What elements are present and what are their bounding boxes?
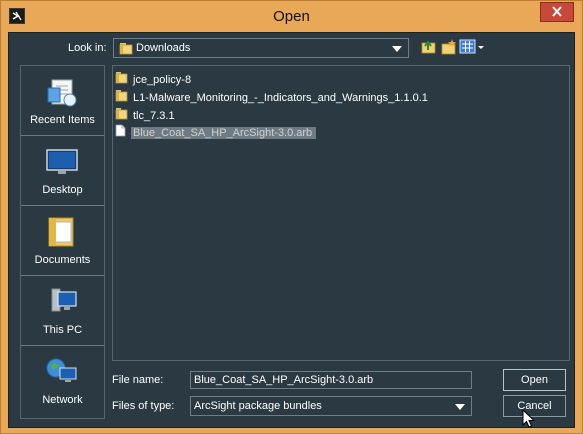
open-dialog: Open Look in: Downloads Recent Items Des… [0,0,583,434]
place-label: Documents [34,254,91,266]
place-network[interactable]: Network [21,346,104,416]
close-button[interactable] [540,2,574,22]
new-folder-button[interactable] [440,38,458,56]
look-in-dropdown[interactable]: Downloads [113,38,409,58]
look-in-label: Look in: [68,42,107,54]
up-folder-icon [421,40,436,54]
this-pc-icon [46,286,78,318]
place-label: This PC [42,324,83,336]
list-item[interactable]: jce_policy-8 [115,71,191,88]
file-name-input[interactable]: Blue_Coat_SA_HP_ArcSight-3.0.arb [190,371,472,389]
network-icon [46,356,78,388]
file-name: L1-Malware_Monitoring_-_Indicators_and_W… [133,92,428,104]
files-of-type-value: ArcSight package bundles [194,400,322,412]
open-button[interactable]: Open [503,369,566,391]
mouse-cursor-icon [522,408,536,432]
documents-icon [46,216,78,248]
files-of-type-label: Files of type: [112,400,175,412]
place-this-pc[interactable]: This PC [21,276,104,346]
place-desktop[interactable]: Desktop [21,136,104,206]
list-item[interactable]: tlc_7.3.1 [115,107,175,124]
file-name: tlc_7.3.1 [133,110,175,122]
place-label: Recent Items [30,114,95,126]
recent-items-icon [46,76,78,108]
folder-icon [115,89,128,108]
place-recent-items[interactable]: Recent Items [21,66,104,136]
files-of-type-dropdown[interactable]: ArcSight package bundles [190,396,472,416]
places-bar: Recent Items Desktop Documents This PC N… [20,65,105,419]
grid-view-icon [459,39,484,54]
file-icon [115,124,126,143]
list-item[interactable]: L1-Malware_Monitoring_-_Indicators_and_W… [115,89,428,106]
dialog-content: Look in: Downloads Recent Items Desktop … [8,32,575,428]
look-in-value: Downloads [136,42,191,54]
up-one-level-button[interactable] [420,38,438,56]
list-item-selected[interactable]: Blue_Coat_SA_HP_ArcSight-3.0.arb [115,124,317,143]
file-name: jce_policy-8 [133,74,192,86]
file-list[interactable]: jce_policy-8 L1-Malware_Monitoring_-_Ind… [112,65,570,361]
file-name: Blue_Coat_SA_HP_ArcSight-3.0.arb [131,127,317,139]
place-label: Desktop [42,184,83,196]
place-documents[interactable]: Documents [21,206,104,276]
view-menu-button[interactable] [459,38,485,56]
folder-icon [119,42,133,58]
window-title: Open [273,8,310,25]
title-bar[interactable]: Open [1,1,582,32]
desktop-icon [46,146,78,178]
close-icon [552,6,562,17]
folder-icon [115,71,128,90]
chevron-down-icon[interactable] [392,46,402,52]
place-label: Network [42,394,83,406]
new-folder-icon [441,39,456,55]
chevron-down-icon[interactable] [455,404,465,410]
file-name-label: File name: [112,374,164,386]
